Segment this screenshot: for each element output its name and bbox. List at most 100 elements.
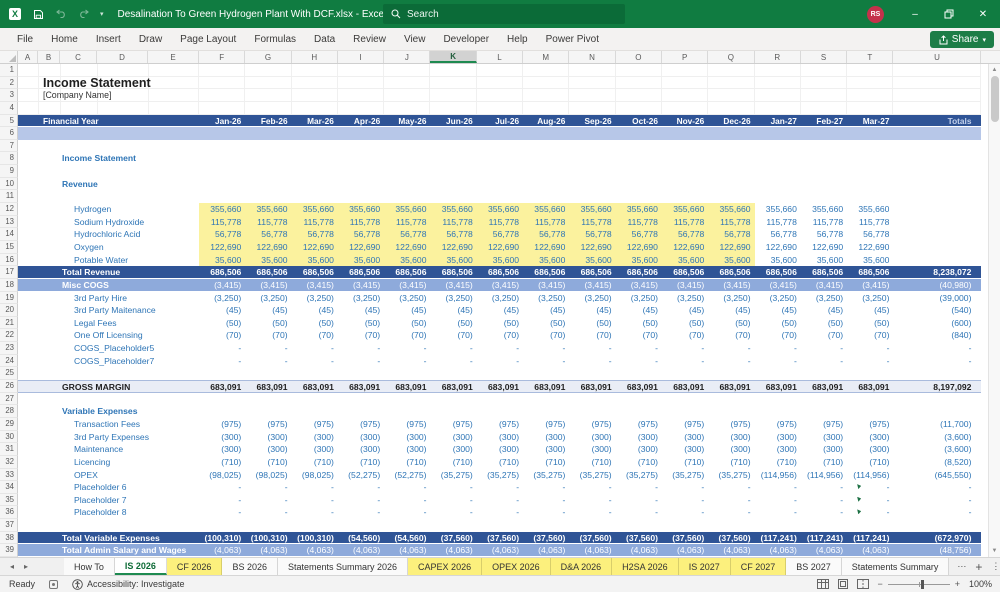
cell-label[interactable]: Potable Water bbox=[18, 254, 199, 267]
cell[interactable]: (3,250) bbox=[801, 292, 847, 305]
column-header[interactable]: O bbox=[615, 51, 662, 63]
cell[interactable]: 686,506 bbox=[245, 266, 292, 279]
cell[interactable] bbox=[708, 178, 754, 191]
cell[interactable]: (114,956) bbox=[801, 469, 847, 482]
cell[interactable] bbox=[245, 152, 291, 165]
row-header[interactable]: 5 bbox=[0, 114, 18, 128]
page-break-view-icon[interactable] bbox=[857, 579, 870, 590]
cell[interactable] bbox=[245, 89, 292, 102]
cell[interactable] bbox=[384, 519, 430, 532]
cell[interactable] bbox=[569, 367, 615, 380]
cell[interactable]: - bbox=[384, 494, 430, 507]
cell[interactable] bbox=[199, 405, 245, 418]
cell-label[interactable]: GROSS MARGIN bbox=[18, 380, 199, 393]
cell[interactable]: Feb-27 bbox=[800, 114, 848, 128]
cell[interactable] bbox=[801, 190, 847, 203]
undo-icon[interactable] bbox=[54, 7, 68, 21]
cell-total[interactable]: (11,700) bbox=[893, 418, 981, 431]
cell[interactable]: (710) bbox=[801, 456, 847, 469]
cell[interactable]: (975) bbox=[384, 418, 430, 431]
cell[interactable]: - bbox=[430, 506, 476, 519]
cell[interactable] bbox=[755, 165, 801, 178]
row-header[interactable]: 14 bbox=[0, 228, 18, 241]
cell[interactable]: (300) bbox=[523, 431, 569, 444]
cell[interactable]: 686,506 bbox=[384, 266, 431, 279]
cell[interactable]: - bbox=[338, 481, 384, 494]
ribbon-tab[interactable]: Formulas bbox=[245, 28, 305, 50]
cell[interactable] bbox=[245, 405, 291, 418]
cell[interactable]: (300) bbox=[755, 431, 801, 444]
cell[interactable]: - bbox=[616, 342, 662, 355]
cell[interactable]: (35,275) bbox=[430, 469, 476, 482]
cell[interactable]: - bbox=[801, 355, 847, 368]
cell[interactable]: - bbox=[755, 342, 801, 355]
cell[interactable]: (710) bbox=[245, 456, 291, 469]
cell[interactable]: (3,415) bbox=[245, 278, 292, 292]
cell[interactable] bbox=[337, 89, 385, 102]
cell[interactable]: 35,600 bbox=[199, 253, 246, 267]
cell[interactable]: 686,506 bbox=[523, 266, 570, 279]
cell[interactable]: - bbox=[708, 494, 754, 507]
cell[interactable]: 686,506 bbox=[847, 266, 894, 279]
cell[interactable]: (4,063) bbox=[476, 544, 524, 557]
cell[interactable]: (975) bbox=[523, 418, 569, 431]
cell[interactable]: (300) bbox=[801, 431, 847, 444]
cell[interactable] bbox=[292, 519, 338, 532]
cell[interactable]: 115,778 bbox=[569, 215, 616, 229]
cell-label[interactable]: [Company Name] bbox=[18, 89, 199, 102]
ribbon-tab[interactable]: View bbox=[395, 28, 435, 50]
cell[interactable]: 115,778 bbox=[755, 216, 801, 229]
cell[interactable] bbox=[569, 190, 615, 203]
cell[interactable] bbox=[291, 127, 338, 140]
cell[interactable] bbox=[569, 127, 616, 140]
cell[interactable] bbox=[477, 178, 523, 191]
cell[interactable] bbox=[430, 76, 477, 90]
cell[interactable]: 56,778 bbox=[615, 228, 662, 241]
cell[interactable]: (37,560) bbox=[661, 531, 709, 545]
row-header[interactable]: 30 bbox=[0, 430, 18, 444]
cell[interactable]: - bbox=[292, 506, 338, 519]
cell[interactable] bbox=[569, 519, 615, 532]
cell[interactable]: (3,415) bbox=[615, 278, 662, 292]
cell[interactable] bbox=[616, 393, 662, 406]
cell[interactable]: (70) bbox=[338, 329, 384, 342]
cell[interactable]: 115,778 bbox=[337, 215, 385, 229]
cell-label[interactable]: Total Variable Expenses bbox=[18, 531, 199, 545]
cell[interactable]: 122,690 bbox=[384, 240, 431, 254]
cell[interactable]: Jul-26 bbox=[476, 114, 524, 128]
cell[interactable]: 355,660 bbox=[523, 203, 570, 216]
cell[interactable]: (3,250) bbox=[523, 292, 569, 305]
cell[interactable]: (3,250) bbox=[755, 292, 801, 305]
cell-total[interactable]: - bbox=[893, 506, 981, 519]
search-input[interactable]: Search bbox=[383, 4, 625, 24]
cell[interactable]: (70) bbox=[245, 329, 291, 342]
cell[interactable]: (117,241) bbox=[754, 531, 801, 545]
cell[interactable]: - bbox=[801, 342, 847, 355]
cell[interactable]: (98,025) bbox=[245, 469, 291, 482]
cell[interactable]: - bbox=[384, 506, 430, 519]
cell[interactable]: (300) bbox=[477, 431, 523, 444]
cell[interactable]: 56,778 bbox=[291, 228, 338, 241]
cell[interactable] bbox=[847, 152, 893, 165]
cell[interactable]: (45) bbox=[523, 304, 569, 317]
column-header[interactable]: L bbox=[476, 51, 524, 63]
cell[interactable]: - bbox=[523, 355, 569, 368]
cell[interactable] bbox=[847, 165, 893, 178]
cell[interactable] bbox=[199, 519, 245, 532]
cell[interactable]: 122,690 bbox=[337, 240, 385, 254]
cell[interactable]: - bbox=[245, 355, 291, 368]
cell[interactable] bbox=[800, 101, 848, 115]
cell[interactable]: (300) bbox=[430, 443, 476, 456]
cell-total[interactable] bbox=[893, 140, 981, 153]
cell[interactable]: 115,778 bbox=[384, 215, 431, 229]
cell[interactable]: - bbox=[430, 481, 476, 494]
cell[interactable]: (3,250) bbox=[708, 292, 754, 305]
cell[interactable]: (300) bbox=[199, 443, 245, 456]
cell[interactable]: 122,690 bbox=[523, 240, 570, 254]
cell[interactable] bbox=[199, 367, 245, 380]
cell[interactable] bbox=[847, 190, 893, 203]
cell[interactable] bbox=[292, 165, 338, 178]
cell[interactable]: 355,660 bbox=[291, 203, 338, 216]
cell[interactable]: 355,660 bbox=[615, 203, 662, 216]
cell[interactable]: Dec-26 bbox=[708, 114, 755, 128]
